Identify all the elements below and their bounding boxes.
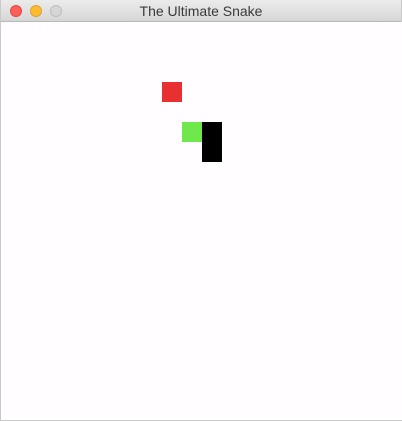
title-bar[interactable]: The Ultimate Snake bbox=[1, 0, 401, 22]
snake-head bbox=[182, 122, 202, 142]
snake-body-segment bbox=[202, 122, 222, 142]
window-title: The Ultimate Snake bbox=[139, 3, 263, 19]
food-cell bbox=[162, 82, 182, 102]
game-window: The Ultimate Snake bbox=[0, 0, 402, 421]
game-board[interactable] bbox=[2, 22, 402, 420]
snake-body-segment bbox=[202, 142, 222, 162]
